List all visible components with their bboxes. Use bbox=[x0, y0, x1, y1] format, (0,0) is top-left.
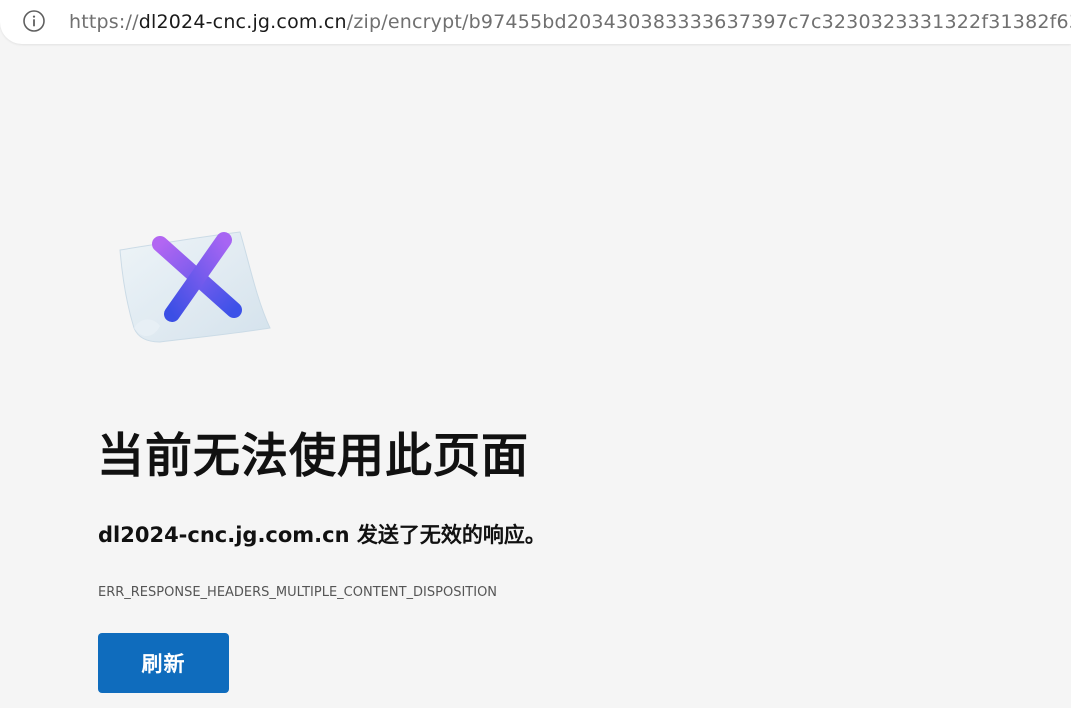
url-host: dl2024-cnc.jg.com.cn bbox=[138, 11, 347, 33]
page-title: 当前无法使用此页面 bbox=[97, 429, 529, 484]
info-icon[interactable] bbox=[23, 10, 45, 32]
address-bar[interactable]: https://dl2024-cnc.jg.com.cn/zip/encrypt… bbox=[0, 0, 1071, 44]
url-text[interactable]: https://dl2024-cnc.jg.com.cn/zip/encrypt… bbox=[69, 9, 1071, 35]
refresh-button[interactable]: 刷新 bbox=[98, 633, 229, 693]
error-message: dl2024-cnc.jg.com.cn 发送了无效的响应。 bbox=[98, 523, 546, 547]
error-code: ERR_RESPONSE_HEADERS_MULTIPLE_CONTENT_DI… bbox=[98, 585, 498, 600]
url-scheme: https:// bbox=[69, 11, 139, 33]
url-path: /zip/encrypt/b97455bd203430383333637397c… bbox=[346, 11, 1071, 33]
error-x-icon bbox=[119, 231, 271, 343]
